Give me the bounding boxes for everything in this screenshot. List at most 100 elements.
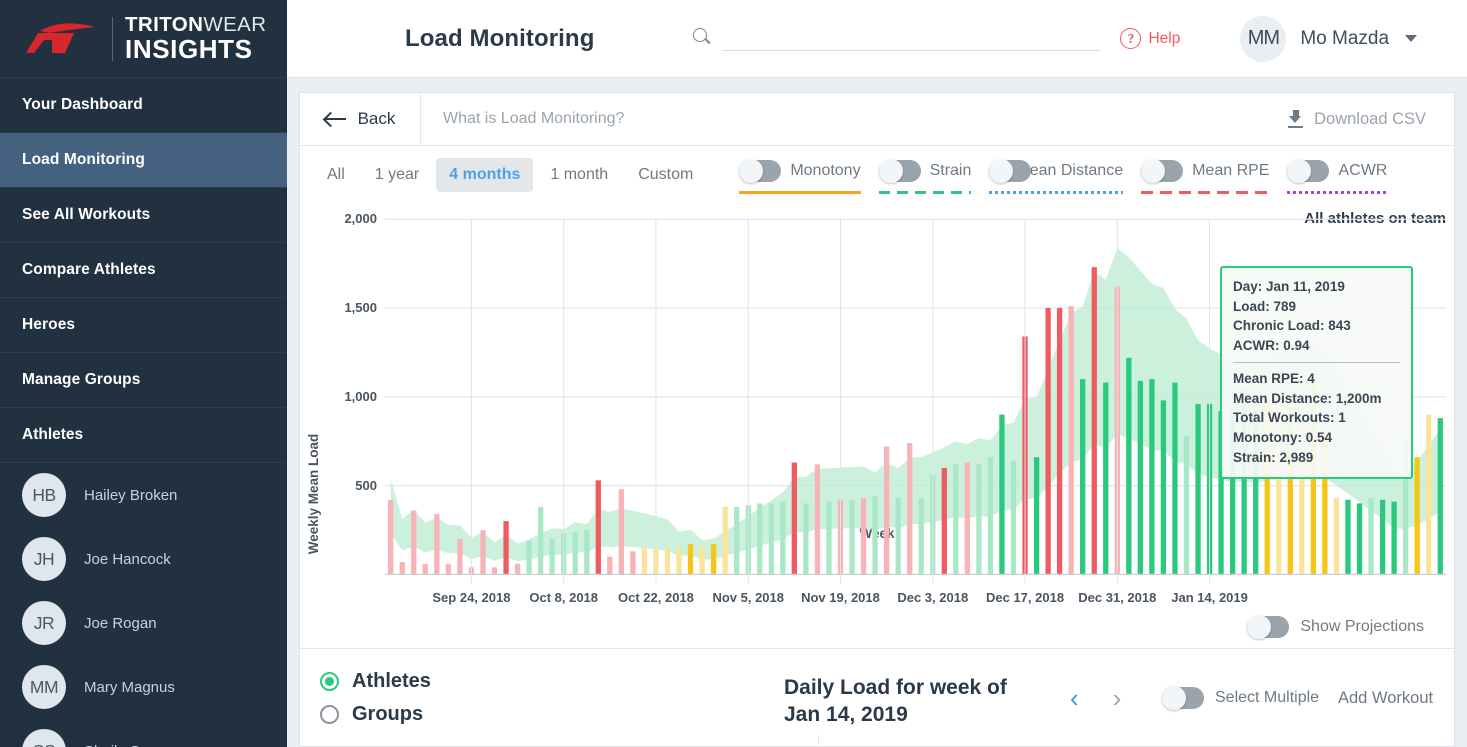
toggle-acwr[interactable]: ACWR — [1287, 156, 1387, 186]
range-1-year[interactable]: 1 year — [362, 158, 432, 192]
sidebar-item-load-monitoring[interactable]: Load Monitoring — [0, 133, 287, 188]
user-menu[interactable]: MM Mo Mazda — [1240, 15, 1418, 62]
sidebar-item-see-all-workouts[interactable]: See All Workouts — [0, 188, 287, 243]
previous-week-button[interactable]: ‹ — [1070, 685, 1079, 711]
question-mark-icon: ? — [1120, 28, 1142, 49]
tooltip-day: Day: Jan 11, 2019 — [1233, 279, 1345, 294]
x-tick-label: Dec 31, 2018 — [1078, 589, 1157, 605]
search-box[interactable] — [692, 27, 1101, 51]
toggle-group-mean-distance: Mean Distance — [980, 156, 1132, 194]
sidebar: TRITONWEAR INSIGHTS Your Dashboard Load … — [0, 0, 287, 747]
athlete-list: HB Hailey Broken JH Joe Hancock JR Joe R… — [0, 463, 287, 747]
add-workout-label: Add Workout — [1338, 689, 1434, 707]
radio-icon[interactable] — [320, 704, 339, 724]
content-region: Back What is Load Monitoring? Download C… — [287, 78, 1467, 747]
range-label: Custom — [638, 166, 694, 183]
x-tick-label: Oct 22, 2018 — [618, 589, 694, 605]
legend-line-acwr — [1287, 191, 1388, 194]
help-button[interactable]: ? Help — [1120, 28, 1180, 49]
list-item[interactable]: MM Mary Magnus — [0, 655, 287, 719]
toggle-label: ACWR — [1338, 162, 1388, 179]
what-is-load-monitoring-link[interactable]: What is Load Monitoring? — [421, 93, 1287, 145]
toggle-label: Strain — [929, 162, 972, 179]
load-monitoring-card: Back What is Load Monitoring? Download C… — [299, 92, 1455, 747]
load-chart[interactable]: Weekly Mean Load Week All athletes on te… — [300, 204, 1454, 648]
list-item[interactable]: HB Hailey Broken — [0, 463, 287, 527]
range-1-month[interactable]: 1 month — [537, 158, 621, 192]
avatar: JR — [22, 601, 66, 645]
radio-icon[interactable] — [320, 671, 339, 691]
avatar: MM — [1240, 15, 1287, 62]
toggle-mean-distance[interactable]: Mean Distance — [989, 156, 1123, 186]
tooltip-chronic-load: Chronic Load: 843 — [1233, 318, 1351, 334]
y-tick-label: 1,000 — [344, 388, 377, 404]
week-navigation: ‹ › — [1070, 685, 1121, 711]
add-workout-button[interactable]: Add Workout — [1338, 689, 1433, 708]
sidebar-item-label: Compare Athletes — [22, 261, 156, 278]
sidebar-item-manage-groups[interactable]: Manage Groups — [0, 353, 287, 408]
download-csv-label: Download CSV — [1314, 109, 1426, 128]
toggle-label: Mean Distance — [1016, 162, 1124, 179]
brand-logo[interactable]: TRITONWEAR INSIGHTS — [0, 0, 287, 78]
show-projections-toggle[interactable]: Show Projections — [1247, 615, 1424, 639]
legend-line-monotony — [739, 191, 861, 194]
radio-athletes[interactable]: Athletes — [320, 670, 431, 693]
avatar: SS — [22, 729, 66, 747]
select-multiple-label: Select Multiple — [1215, 689, 1320, 706]
toggle-switch-icon[interactable] — [1162, 686, 1204, 710]
list-item[interactable]: JR Joe Rogan — [0, 591, 287, 655]
show-projections-label: Show Projections — [1300, 618, 1424, 635]
select-multiple-toggle[interactable]: Select Multiple — [1162, 686, 1320, 710]
filter-bar: All 1 year 4 months 1 month Custom Monot… — [300, 146, 1454, 204]
toggle-strain[interactable]: Strain — [878, 156, 972, 186]
main-area: Load Monitoring ? Help MM Mo Mazda Back … — [287, 0, 1467, 747]
brand-triton: TRITON — [125, 12, 204, 36]
list-item[interactable]: SS Sheila Spoon — [0, 719, 287, 747]
x-tick-label: Sep 24, 2018 — [432, 589, 511, 605]
sidebar-item-your-dashboard[interactable]: Your Dashboard — [0, 78, 287, 133]
brand-wear: WEAR — [203, 12, 267, 36]
x-tick-label: Jan 14, 2019 — [1171, 589, 1248, 605]
list-item[interactable]: JH Joe Hancock — [0, 527, 287, 591]
sidebar-item-label: Heroes — [22, 316, 76, 333]
toggle-switch-icon[interactable] — [1287, 159, 1330, 183]
download-icon — [1287, 110, 1304, 128]
toggle-switch-icon[interactable] — [1141, 159, 1184, 183]
toggle-monotony[interactable]: Monotony — [739, 156, 861, 186]
help-label: Help — [1148, 29, 1181, 47]
sidebar-item-label: Your Dashboard — [22, 96, 143, 113]
range-custom[interactable]: Custom — [625, 158, 706, 192]
radio-groups[interactable]: Groups — [320, 703, 431, 726]
back-button[interactable]: Back — [300, 93, 421, 145]
range-4-months[interactable]: 4 months — [436, 158, 534, 192]
logo-divider — [112, 16, 113, 61]
toggle-switch-icon[interactable] — [1247, 615, 1290, 639]
range-all[interactable]: All — [314, 158, 358, 192]
entity-type-radio-group: Athletes Groups — [320, 670, 431, 726]
sidebar-section-label: Athletes — [22, 426, 84, 443]
toggle-label: Mean RPE — [1192, 162, 1270, 179]
legend-line-strain — [878, 191, 972, 194]
radio-label: Groups — [352, 702, 424, 725]
toggle-switch-icon[interactable] — [878, 159, 921, 183]
search-input[interactable] — [722, 28, 1101, 51]
card-toolbar: Back What is Load Monitoring? Download C… — [300, 93, 1454, 146]
sidebar-section-athletes: Athletes — [0, 408, 287, 463]
brand-insights: INSIGHTS — [125, 34, 253, 65]
next-week-button[interactable]: › — [1113, 685, 1122, 711]
athlete-name: Sheila Spoon — [84, 743, 173, 747]
divider — [818, 735, 819, 746]
y-tick-label: 2,000 — [344, 211, 377, 227]
toggle-label: Monotony — [790, 162, 861, 179]
toggle-switch-icon[interactable] — [989, 159, 1032, 183]
sidebar-item-compare-athletes[interactable]: Compare Athletes — [0, 243, 287, 298]
x-tick-label: Nov 19, 2018 — [801, 589, 880, 605]
triton-logo-icon — [22, 19, 100, 59]
toggle-mean-rpe[interactable]: Mean RPE — [1141, 156, 1269, 186]
back-label: Back — [357, 109, 396, 128]
x-tick-label: Nov 5, 2018 — [712, 589, 784, 605]
sidebar-item-heroes[interactable]: Heroes — [0, 298, 287, 353]
download-csv-button[interactable]: Download CSV — [1287, 93, 1454, 145]
tooltip-load: Load: 789 — [1233, 298, 1297, 314]
toggle-switch-icon[interactable] — [739, 159, 782, 183]
